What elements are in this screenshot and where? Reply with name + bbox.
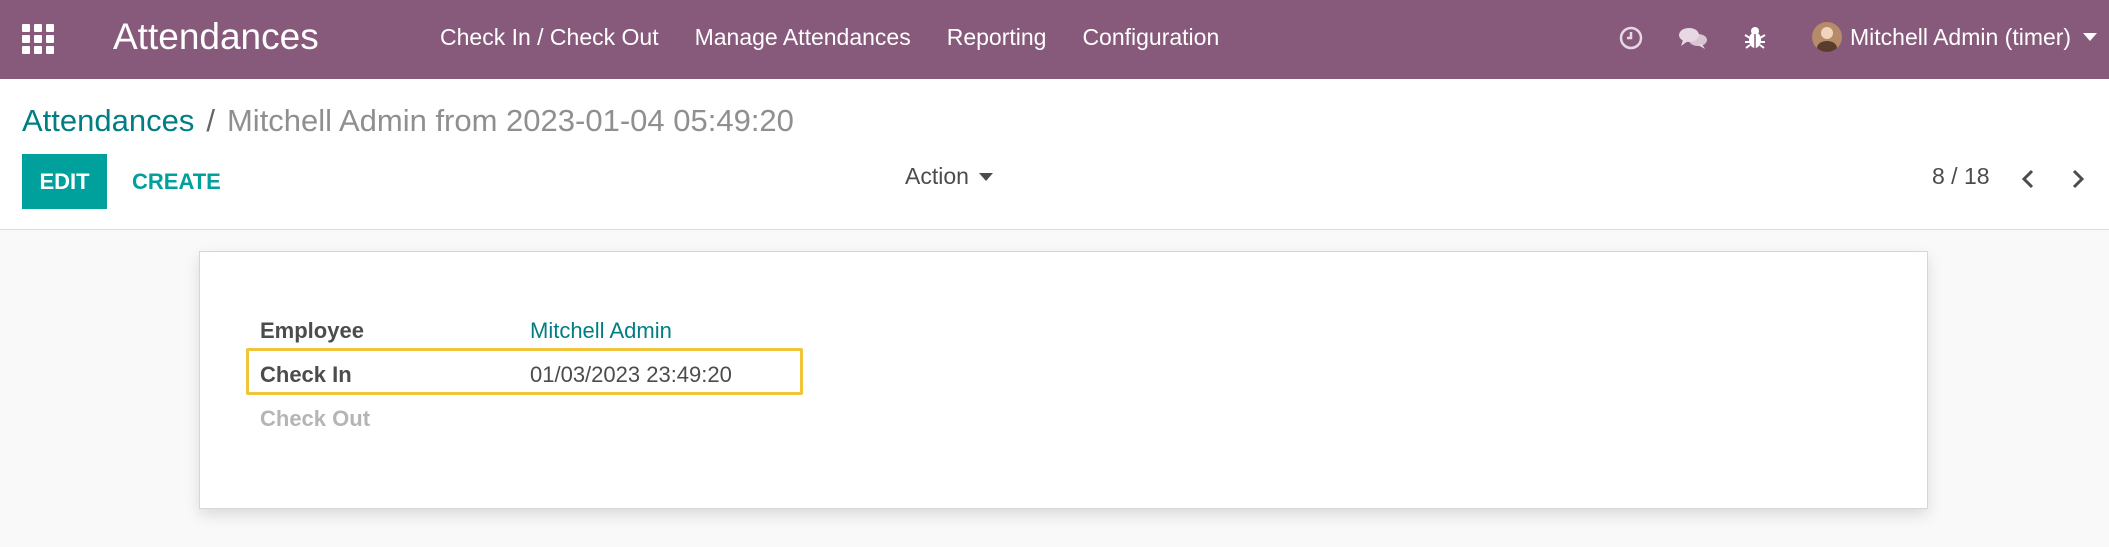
pager-previous-button[interactable] (2014, 163, 2042, 195)
chat-icon[interactable] (1677, 22, 1709, 54)
clock-icon[interactable] (1615, 22, 1647, 54)
employee-value[interactable]: Mitchell Admin (530, 318, 672, 344)
control-panel: Attendances / Mitchell Admin from 2023-01-… (0, 79, 2109, 230)
bug-icon[interactable] (1739, 22, 1771, 54)
breadcrumb-attendances-link[interactable]: Attendances (22, 103, 194, 138)
check-in-highlight (246, 348, 803, 395)
check-out-label: Check Out (260, 406, 371, 431)
create-button[interactable]: CREATE (120, 154, 233, 209)
top-navbar: Attendances Check In / Check Out Manage … (0, 0, 2109, 79)
chevron-down-icon (2083, 33, 2098, 41)
avatar (1812, 22, 1842, 52)
pager-next-button[interactable] (2064, 163, 2092, 195)
pager-counter[interactable]: 8 / 18 (1932, 163, 1990, 190)
action-label: Action (905, 163, 969, 189)
user-name: Mitchell Admin (timer) (1850, 23, 2072, 50)
systray (1615, 22, 1801, 54)
chevron-right-icon (2072, 169, 2085, 189)
main-menu: Check In / Check Out Manage Attendances … (440, 22, 1255, 52)
chevron-left-icon (2021, 169, 2034, 189)
breadcrumb: Attendances / Mitchell Admin from 2023-01-… (22, 101, 794, 141)
breadcrumb-separator: / (206, 103, 215, 138)
menu-item-configuration[interactable]: Configuration (1082, 22, 1219, 52)
breadcrumb-current-record: Mitchell Admin from 2023-01-04 05:49:20 (226, 103, 794, 138)
edit-button[interactable]: EDIT (22, 154, 107, 209)
menu-item-reporting[interactable]: Reporting (947, 22, 1047, 52)
employee-label: Employee (260, 318, 364, 343)
apps-menu-icon[interactable] (22, 24, 54, 54)
action-dropdown[interactable]: Action (905, 163, 993, 190)
user-menu[interactable]: Mitchell Admin (timer) (1812, 22, 2098, 52)
app-title: Attendances (113, 16, 319, 57)
menu-item-manage-attendances[interactable]: Manage Attendances (695, 22, 911, 52)
caret-down-icon (978, 172, 993, 181)
menu-item-check-in-check-out[interactable]: Check In / Check Out (440, 22, 659, 52)
